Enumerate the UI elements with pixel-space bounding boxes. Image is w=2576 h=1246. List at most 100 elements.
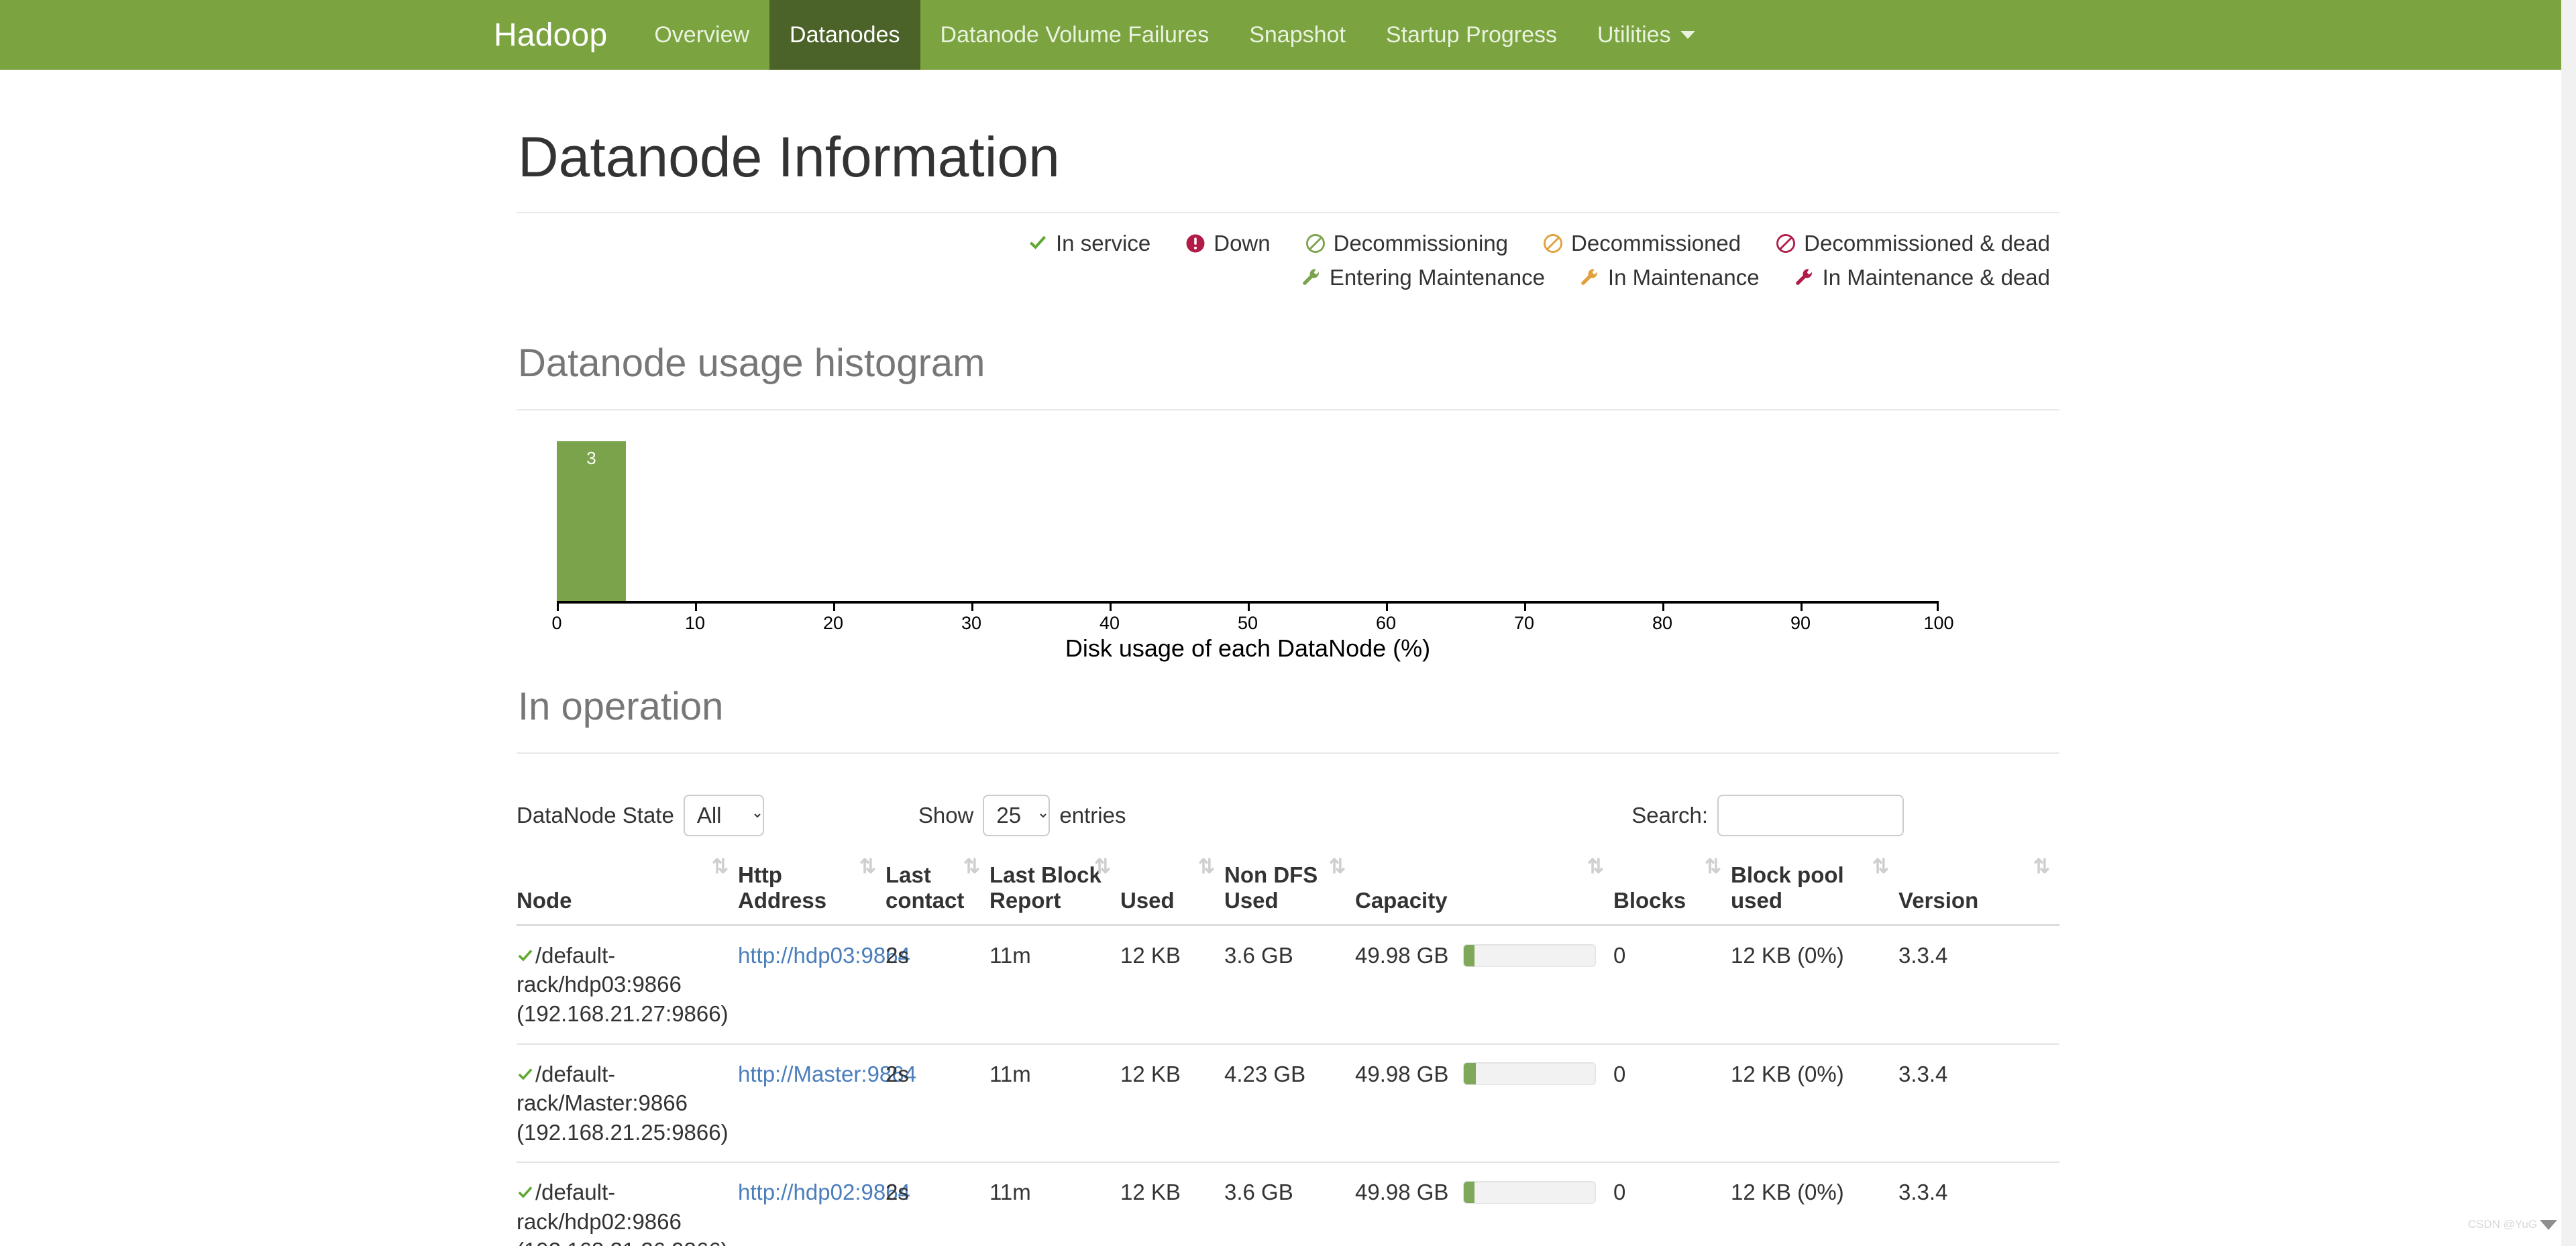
cell-blocks: 0 xyxy=(1613,925,1731,1045)
brand-logo[interactable]: Hadoop xyxy=(470,0,634,70)
sort-updown-icon[interactable]: ⇅ xyxy=(963,856,980,877)
cell-capacity: 49.98 GB xyxy=(1355,1043,1613,1164)
axis-tick-label: 80 xyxy=(1652,613,1673,634)
capacity-progress-bar xyxy=(1463,1180,1597,1204)
table-header-row: Node ⇅ Http Address ⇅ Last contact ⇅ Las… xyxy=(517,854,2059,926)
sort-updown-icon[interactable]: ⇅ xyxy=(1872,856,1889,877)
legend-decommissioned: Decommissioned xyxy=(1543,231,1741,256)
exclamation-circle-icon xyxy=(1185,233,1205,253)
page-length-select[interactable]: 102550100 xyxy=(983,794,1051,836)
sort-updown-icon[interactable]: ⇅ xyxy=(1705,856,1721,877)
capacity-value: 49.98 GB xyxy=(1355,1180,1449,1205)
search-control: Search: xyxy=(1631,794,1904,836)
capacity-progress-fill xyxy=(1464,1063,1477,1085)
datanode-usage-histogram: 3 0 10 20 30 40 50 60 70 80 90 100 Disk usage of e… xyxy=(551,441,1954,662)
legend-row-2: Entering Maintenance In Maintenance In M… xyxy=(1301,265,2050,290)
nav-item-utilities[interactable]: Utilities xyxy=(1577,0,1715,70)
sort-updown-icon[interactable]: ⇅ xyxy=(1329,856,1346,877)
column-header-block-pool-used[interactable]: Block pool used ⇅ xyxy=(1731,854,1898,926)
legend-label: In Maintenance xyxy=(1607,265,1760,290)
axis-tick xyxy=(695,601,697,612)
column-header-http-address[interactable]: Http Address ⇅ xyxy=(738,854,885,926)
cell-node: /default-rack/hdp03:9866 (192.168.21.27:9… xyxy=(517,925,738,1045)
column-header-used[interactable]: Used ⇅ xyxy=(1120,854,1224,926)
nav-item-snapshot[interactable]: Snapshot xyxy=(1229,0,1366,70)
sort-updown-icon[interactable]: ⇅ xyxy=(1094,856,1111,877)
cell-used: 12 KB xyxy=(1120,1162,1224,1246)
nav-item-startup-progress[interactable]: Startup Progress xyxy=(1366,0,1577,70)
column-label: Blocks xyxy=(1613,887,1686,913)
vertical-scrollbar[interactable] xyxy=(2561,0,2576,1246)
legend-label: In service xyxy=(1056,231,1151,256)
table-row: /default-rack/Master:9866 (192.168.21.25:… xyxy=(517,1043,2059,1164)
axis-tick xyxy=(1110,601,1112,612)
column-header-capacity[interactable]: Capacity ⇅ xyxy=(1355,854,1613,926)
legend-in-maintenance-dead: In Maintenance & dead xyxy=(1794,265,2050,290)
datanode-state-label: DataNode State xyxy=(517,802,674,828)
datanode-state-filter: DataNode State AllIn ServiceDownDecommis… xyxy=(517,794,764,836)
page-length-control: Show 102550100 entries xyxy=(918,794,1126,836)
ban-circle-icon xyxy=(1305,233,1326,253)
column-header-last-contact[interactable]: Last contact ⇅ xyxy=(885,854,989,926)
nav-item-overview[interactable]: Overview xyxy=(634,0,769,70)
sort-updown-icon[interactable]: ⇅ xyxy=(712,856,729,877)
entries-label: entries xyxy=(1059,802,1126,828)
cell-non-dfs-used: 3.6 GB xyxy=(1224,925,1355,1045)
http-address-link[interactable]: http://hdp03:9864 xyxy=(738,943,910,968)
axis-tick xyxy=(1937,601,1939,612)
histogram-bar-value: 3 xyxy=(586,448,596,469)
node-address: (192.168.21.25:9866) xyxy=(517,1119,729,1145)
title-divider xyxy=(517,212,2059,214)
wrench-icon xyxy=(1301,268,1322,288)
sort-updown-icon[interactable]: ⇅ xyxy=(2033,856,2050,877)
search-input[interactable] xyxy=(1717,794,1904,836)
cell-node: /default-rack/hdp02:9866 (192.168.21.26:9… xyxy=(517,1162,738,1246)
search-label: Search: xyxy=(1631,802,1708,828)
watermark-text: CSDN @YuG xyxy=(2467,1218,2537,1231)
column-header-node[interactable]: Node ⇅ xyxy=(517,854,738,926)
cell-last-block-report: 11m xyxy=(989,925,1120,1045)
nav-item-datanode-volume-failures[interactable]: Datanode Volume Failures xyxy=(920,0,1230,70)
check-icon xyxy=(517,1180,534,1204)
axis-tick-label: 60 xyxy=(1375,613,1397,634)
cell-version: 3.3.4 xyxy=(1898,1162,2059,1246)
http-address-link[interactable]: http://hdp02:9864 xyxy=(738,1180,910,1204)
legend-label: Decommissioned & dead xyxy=(1804,231,2050,256)
ban-circle-icon xyxy=(1543,233,1563,253)
column-header-non-dfs-used[interactable]: Non DFS Used ⇅ xyxy=(1224,854,1355,926)
cell-node: /default-rack/Master:9866 (192.168.21.25:… xyxy=(517,1043,738,1164)
datanode-state-select[interactable]: AllIn ServiceDownDecommissioningDecommis… xyxy=(683,794,764,836)
axis-tick-label: 40 xyxy=(1099,613,1120,634)
cell-capacity: 49.98 GB xyxy=(1355,1162,1613,1246)
cell-blocks: 0 xyxy=(1613,1043,1731,1164)
table-row: /default-rack/hdp02:9866 (192.168.21.26:9… xyxy=(517,1162,2059,1246)
cell-capacity: 49.98 GB xyxy=(1355,925,1613,1045)
cell-used: 12 KB xyxy=(1120,1043,1224,1164)
cell-last-contact: 2s xyxy=(885,1043,989,1164)
wrench-icon xyxy=(1794,268,1815,288)
legend-entering-maintenance: Entering Maintenance xyxy=(1301,265,1545,290)
column-label: Node xyxy=(517,887,572,913)
table-row: /default-rack/hdp03:9866 (192.168.21.27:9… xyxy=(517,925,2059,1045)
legend-in-maintenance: In Maintenance xyxy=(1580,265,1760,290)
column-header-version[interactable]: Version ⇅ xyxy=(1898,854,2059,926)
axis-tick xyxy=(971,601,973,612)
capacity-value: 49.98 GB xyxy=(1355,1061,1449,1086)
axis-tick xyxy=(1248,601,1250,612)
sort-updown-icon[interactable]: ⇅ xyxy=(859,856,876,877)
column-label: Capacity xyxy=(1355,887,1448,913)
column-header-blocks[interactable]: Blocks ⇅ xyxy=(1613,854,1731,926)
cell-http-address: http://hdp03:9864 xyxy=(738,925,910,1045)
sort-updown-icon[interactable]: ⇅ xyxy=(1587,856,1604,877)
axis-tick-label: 30 xyxy=(961,613,982,634)
nav-item-datanodes[interactable]: Datanodes xyxy=(769,0,920,70)
cell-non-dfs-used: 3.6 GB xyxy=(1224,1162,1355,1246)
column-header-last-block-report[interactable]: Last Block Report ⇅ xyxy=(989,854,1120,926)
sort-updown-icon[interactable]: ⇅ xyxy=(1198,856,1215,877)
axis-tick-label: 50 xyxy=(1237,613,1258,634)
table-controls: DataNode State AllIn ServiceDownDecommis… xyxy=(517,789,2059,842)
cell-block-pool-used: 12 KB (0%) xyxy=(1731,1162,1898,1246)
chevron-down-icon xyxy=(1680,31,1695,39)
axis-tick-label: 0 xyxy=(551,613,562,634)
axis-tick xyxy=(833,601,835,612)
